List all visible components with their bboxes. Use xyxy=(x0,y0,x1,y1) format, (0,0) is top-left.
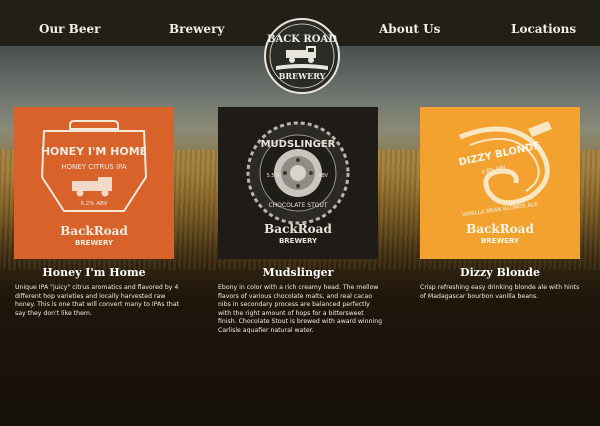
label-brand: BackRoad xyxy=(264,222,332,236)
label-brewery: BREWERY xyxy=(279,237,318,245)
label-style: HONEY CITRUS IPA xyxy=(61,163,127,171)
logo-top-text: BACK ROAD xyxy=(267,34,337,45)
label-abv-right: ABV xyxy=(318,173,329,179)
nav-locations[interactable]: Locations xyxy=(511,22,576,36)
nav-brewery[interactable]: Brewery xyxy=(169,22,224,36)
label-abv-left: 5.5% xyxy=(267,173,280,179)
beer-description-honey-im-home: Unique IPA "juicy" citrus aromatics and … xyxy=(15,284,180,317)
beer-description-mudslinger: Ebony in color with a rich creamy head. … xyxy=(218,284,383,334)
beer-card-mudslinger[interactable]: MUDSLINGER 5.5% ABV CHOCOLATE STOUT Back… xyxy=(218,107,378,259)
logo-bottom-text: BREWERY xyxy=(279,71,326,81)
beer-card-dizzy-blonde[interactable]: DIZZY BLONDE 4.8% ABV VANILLA BEAN BLOND… xyxy=(420,107,580,259)
label-brand: BackRoad xyxy=(60,224,128,238)
beer-name-mudslinger[interactable]: Mudslinger xyxy=(208,266,388,279)
label-style: CHOCOLATE STOUT xyxy=(268,202,327,209)
nav-our-beer[interactable]: Our Beer xyxy=(39,22,100,36)
beer-name-dizzy-blonde[interactable]: Dizzy Blonde xyxy=(410,266,590,279)
beer-card-honey-im-home[interactable]: HONEY I'M HOME HONEY CITRUS IPA 6.2% ABV… xyxy=(14,107,174,259)
label-abv: 6.2% ABV xyxy=(81,201,108,207)
label-brewery: BREWERY xyxy=(75,239,114,247)
back-road-brewery-logo[interactable]: BACK ROAD BREWERY xyxy=(262,16,342,96)
label-brewery: BREWERY xyxy=(481,237,520,245)
beer-name-honey-im-home[interactable]: Honey I'm Home xyxy=(4,266,184,279)
label-title: HONEY I'M HOME xyxy=(41,145,147,158)
nav-about-us[interactable]: About Us xyxy=(379,22,440,36)
label-title: MUDSLINGER xyxy=(261,139,336,150)
beer-description-dizzy-blonde: Crisp refreshing easy drinking blonde al… xyxy=(420,284,580,300)
label-brand: BackRoad xyxy=(466,222,534,236)
